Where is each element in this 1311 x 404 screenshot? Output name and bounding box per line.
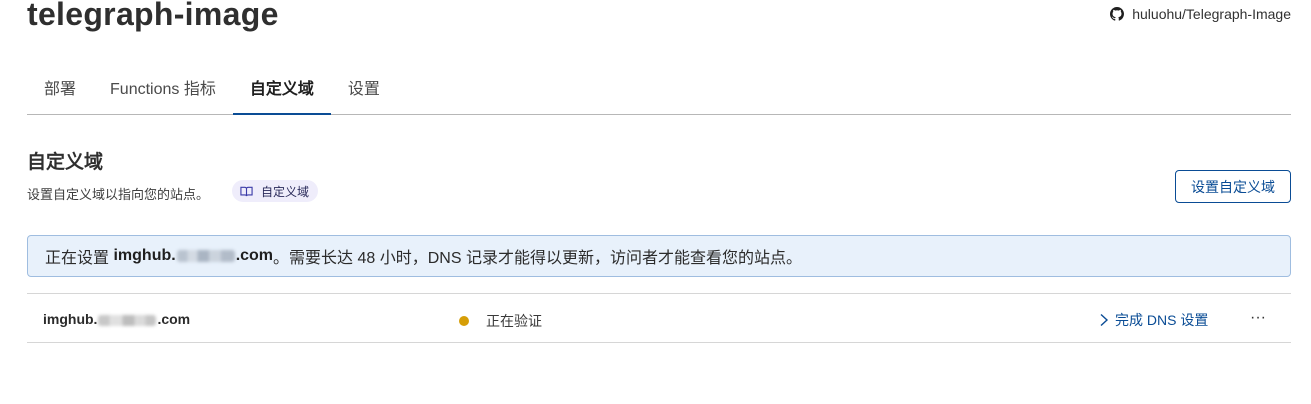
- chevron-right-icon: [1099, 313, 1109, 327]
- domain-name-start: imghub.: [43, 311, 98, 327]
- status-dot-icon: [459, 316, 469, 326]
- more-options-button[interactable]: ···: [1243, 306, 1273, 330]
- setup-custom-domain-button[interactable]: 设置自定义域: [1175, 170, 1291, 203]
- status-indicator: 正在验证: [459, 311, 542, 331]
- info-banner: 正在设置 imghub. .com 。需要长达 48 小时，DNS 记录才能得以更新…: [27, 235, 1291, 277]
- banner-message: 。需要长达 48 小时，DNS 记录才能得以更新，访问者才能查看您的站点。: [273, 250, 802, 267]
- tab-custom-domains[interactable]: 自定义域: [232, 72, 331, 115]
- domain-name: imghub. .com: [43, 311, 190, 327]
- action-label: 完成 DNS 设置: [1115, 312, 1209, 328]
- docs-link-badge[interactable]: 自定义域: [232, 180, 319, 202]
- github-repo-link[interactable]: huluohu/Telegraph-Image: [1110, 6, 1291, 22]
- section-title: 自定义域: [27, 152, 104, 173]
- page-title: telegraph-image: [27, 0, 279, 32]
- tab-bar: 部署 Functions 指标 自定义域 设置: [27, 72, 1291, 115]
- banner-domain-end: .com: [235, 247, 274, 264]
- redacted-text: [176, 249, 235, 262]
- repo-name: huluohu/Telegraph-Image: [1132, 6, 1291, 22]
- tab-functions-metrics[interactable]: Functions 指标: [93, 72, 233, 114]
- banner-domain: imghub. .com: [113, 247, 273, 265]
- redacted-text: [98, 314, 157, 326]
- tab-settings[interactable]: 设置: [331, 72, 397, 114]
- status-label: 正在验证: [486, 313, 542, 329]
- tab-deployments[interactable]: 部署: [27, 72, 93, 114]
- domain-name-end: .com: [157, 311, 191, 327]
- banner-prefix: 正在设置: [45, 250, 110, 267]
- section-description: 设置自定义域以指向您的站点。: [27, 187, 210, 202]
- banner-domain-start: imghub.: [113, 247, 176, 264]
- docs-link-label: 自定义域: [261, 184, 310, 199]
- book-icon: [240, 185, 253, 198]
- ellipsis-icon: ···: [1250, 309, 1266, 326]
- complete-dns-setup-link[interactable]: 完成 DNS 设置: [1099, 310, 1208, 330]
- github-icon: [1110, 7, 1125, 21]
- table-row: imghub. .com 正在验证 完成 DNS 设置 ···: [27, 293, 1291, 343]
